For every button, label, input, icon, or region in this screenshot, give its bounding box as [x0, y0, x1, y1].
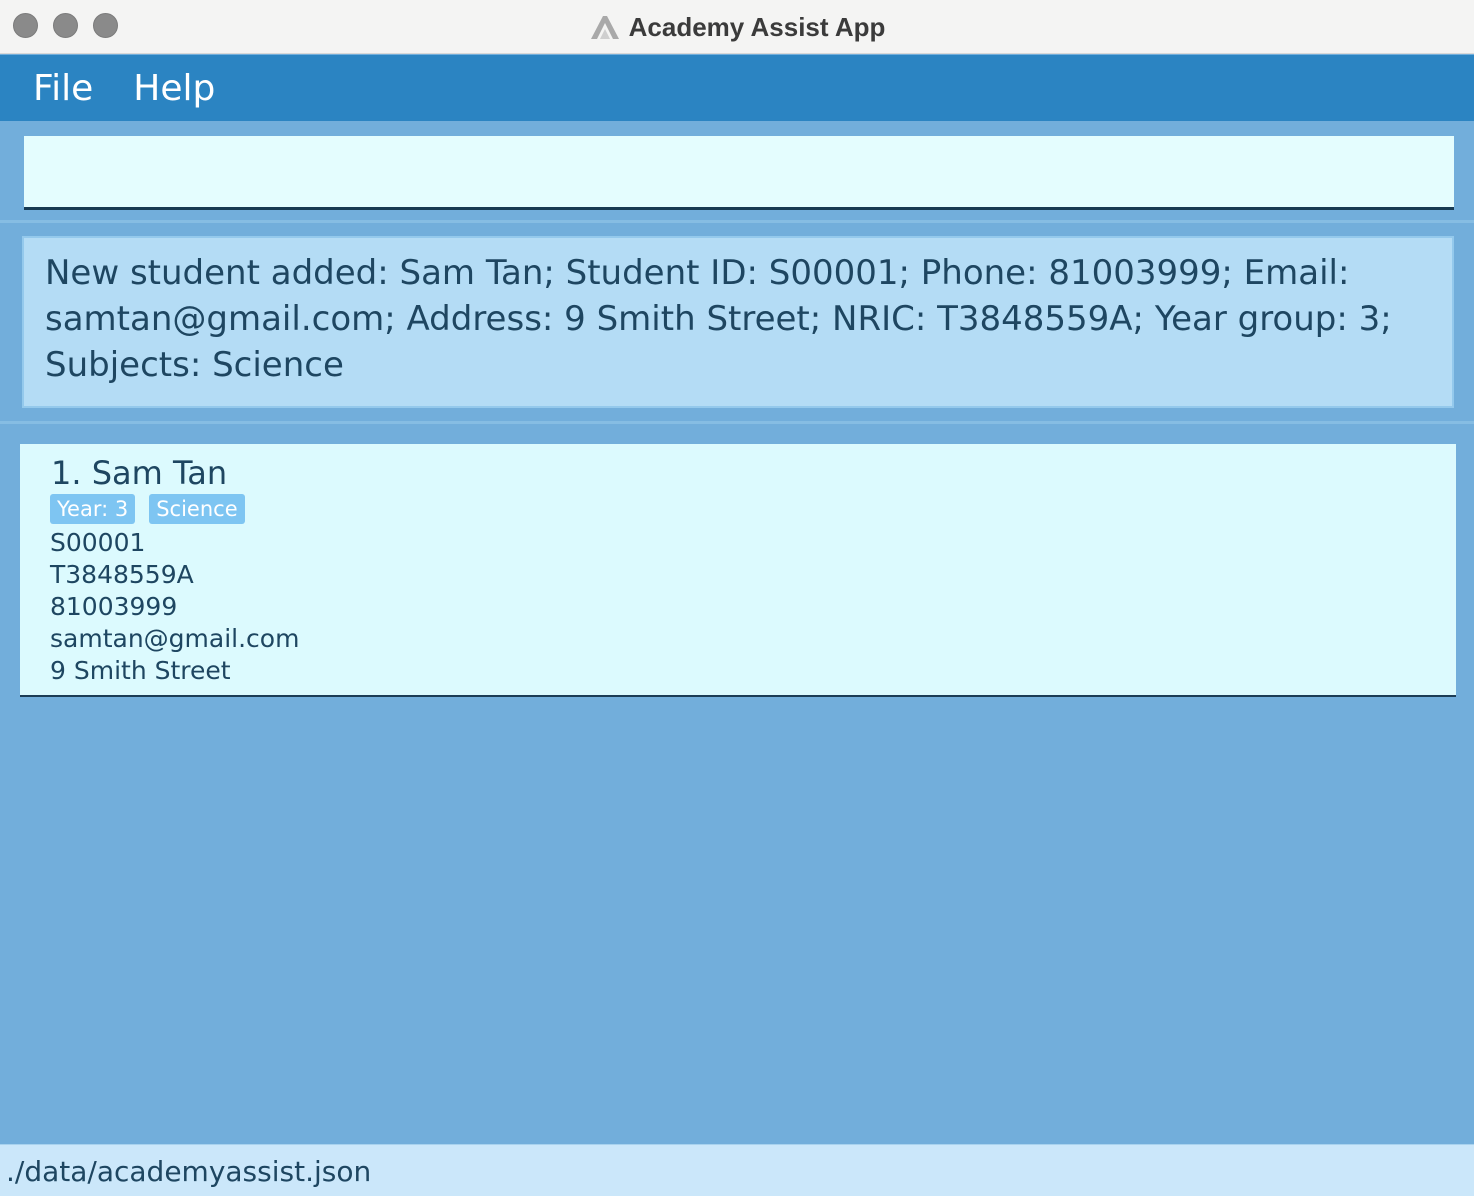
- menu-help[interactable]: Help: [113, 68, 235, 109]
- year-tag: Year: 3: [50, 494, 136, 524]
- menu-bar: File Help: [0, 55, 1474, 121]
- student-address: 9 Smith Street: [50, 656, 231, 685]
- student-tags: Year: 3 Science: [50, 494, 245, 524]
- status-bar: ./data/academyassist.json: [0, 1144, 1474, 1196]
- command-input[interactable]: [24, 136, 1454, 207]
- result-display: New student added: Sam Tan; Student ID: …: [22, 236, 1454, 408]
- student-id: S00001: [50, 528, 146, 557]
- divider: [0, 421, 1474, 424]
- command-box: [24, 136, 1454, 210]
- window-titlebar: Academy Assist App: [0, 0, 1474, 54]
- student-name: 1. Sam Tan: [51, 454, 228, 492]
- window-title-group: Academy Assist App: [0, 0, 1474, 54]
- student-phone: 81003999: [50, 592, 178, 621]
- subject-tag: Science: [149, 494, 245, 524]
- student-email: samtan@gmail.com: [50, 624, 300, 653]
- result-display-text: New student added: Sam Tan; Student ID: …: [45, 253, 1392, 385]
- divider: [0, 220, 1474, 223]
- student-card[interactable]: 1. Sam Tan Year: 3 Science S00001 T38485…: [20, 444, 1456, 697]
- window-title: Academy Assist App: [628, 11, 886, 42]
- student-nric: T3848559A: [50, 560, 194, 589]
- academy-assist-logo-icon: [590, 16, 619, 39]
- menu-file[interactable]: File: [0, 68, 113, 109]
- save-file-path: ./data/academyassist.json: [6, 1155, 372, 1188]
